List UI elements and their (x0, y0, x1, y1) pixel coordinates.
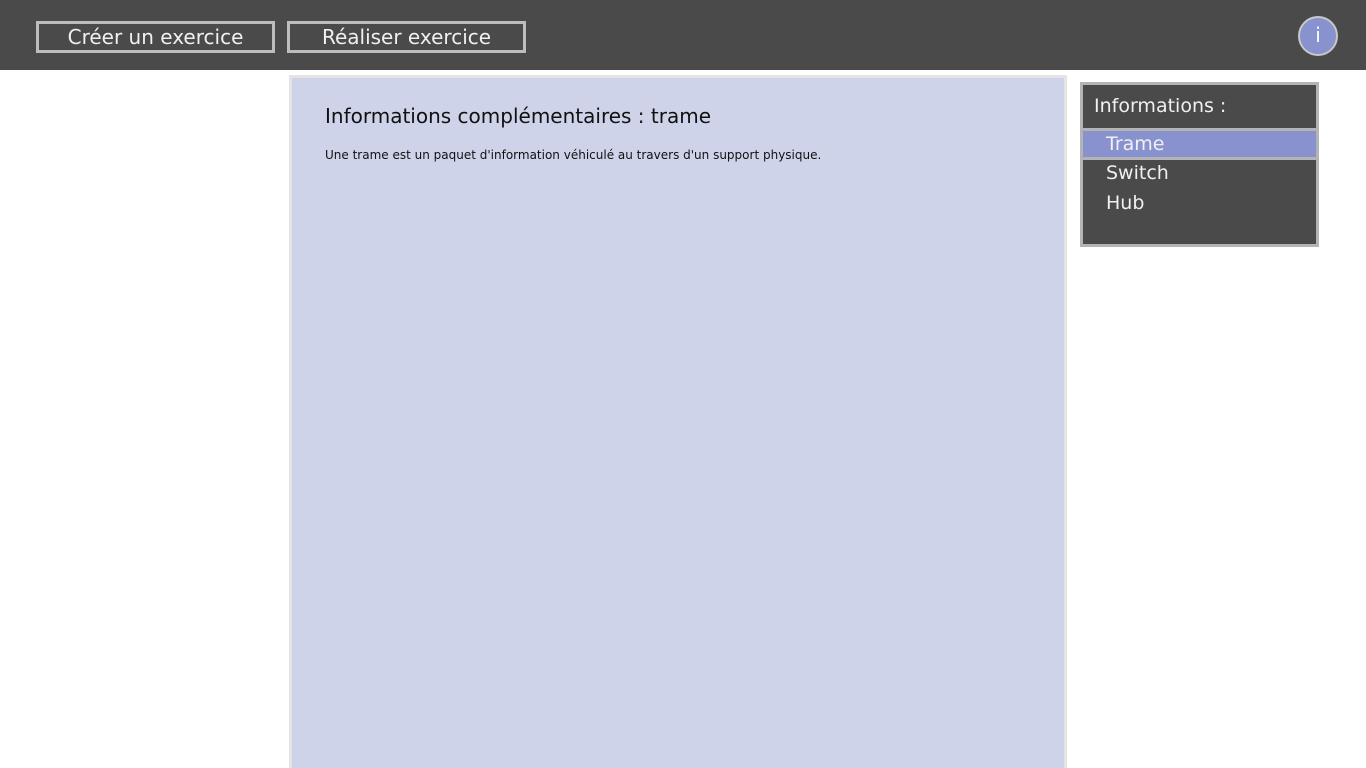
info-item-trame[interactable]: Trame (1083, 131, 1316, 160)
top-toolbar: Créer un exercice Réaliser exercice i (0, 0, 1366, 70)
info-content-panel: Informations complémentaires : trame Une… (289, 75, 1067, 768)
info-panel-title: Informations : (1094, 95, 1227, 117)
do-exercise-button[interactable]: Réaliser exercice (287, 21, 526, 53)
create-exercise-button[interactable]: Créer un exercice (36, 21, 275, 53)
content-text: Une trame est un paquet d'information vé… (325, 148, 822, 162)
content-title: Informations complémentaires : trame (325, 104, 712, 128)
info-item-hub[interactable]: Hub (1083, 190, 1316, 216)
info-item-switch[interactable]: Switch (1083, 160, 1316, 186)
info-topics-panel: Informations : Trame Switch Hub (1080, 82, 1319, 247)
info-icon[interactable]: i (1298, 16, 1338, 56)
